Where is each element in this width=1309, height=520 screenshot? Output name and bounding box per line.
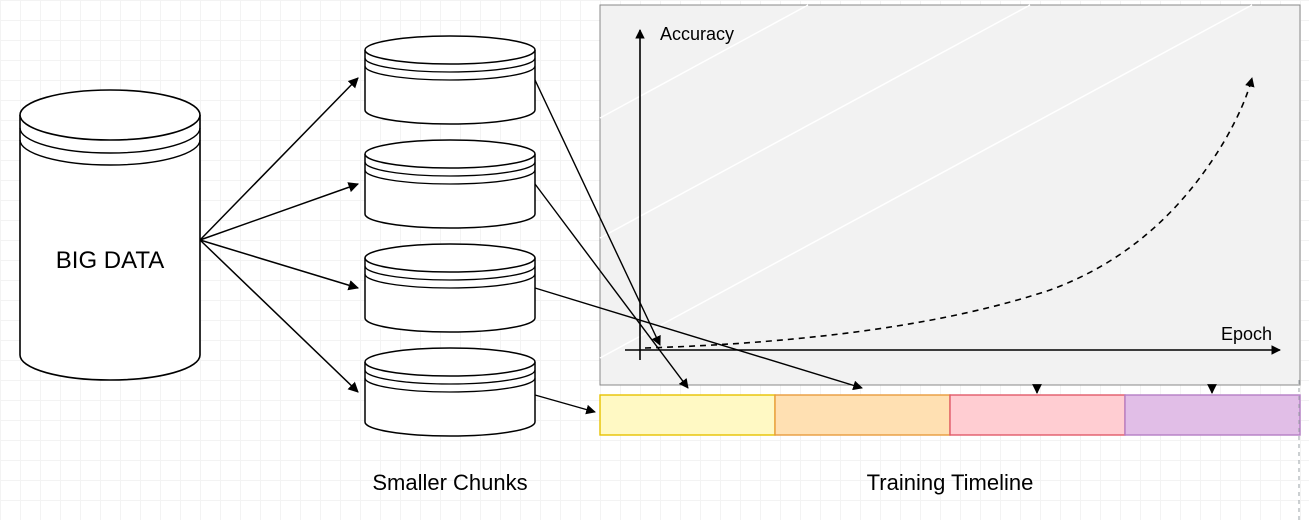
chunk-cylinder-3: [365, 244, 535, 332]
timeline-segment-1: [600, 395, 775, 435]
chunk-cylinder-4: [365, 348, 535, 436]
chunk-cylinder-1: [365, 36, 535, 124]
training-timeline: [600, 395, 1300, 435]
arrow-chunk4-to-timeline1: [535, 395, 595, 412]
chunk-cylinder-2: [365, 140, 535, 228]
arrow-bigdata-to-chunk-2: [200, 184, 358, 240]
big-data-cylinder: BIG DATA: [20, 90, 200, 380]
timeline-segment-2: [775, 395, 950, 435]
y-axis-label: Accuracy: [660, 24, 734, 44]
arrow-bigdata-to-chunk-4: [200, 240, 358, 392]
arrow-bigdata-to-chunk-1: [200, 78, 358, 240]
big-data-label: BIG DATA: [56, 247, 164, 274]
training-timeline-label: Training Timeline: [867, 470, 1034, 495]
diagram-canvas: BIG DATA A: [0, 0, 1309, 520]
chart-panel: Accuracy Epoch: [600, 5, 1300, 385]
smaller-chunks-label: Smaller Chunks: [372, 470, 527, 495]
x-axis-label: Epoch: [1221, 324, 1272, 344]
timeline-segment-4: [1125, 395, 1300, 435]
arrow-bigdata-to-chunk-3: [200, 240, 358, 288]
timeline-segment-3: [950, 395, 1125, 435]
